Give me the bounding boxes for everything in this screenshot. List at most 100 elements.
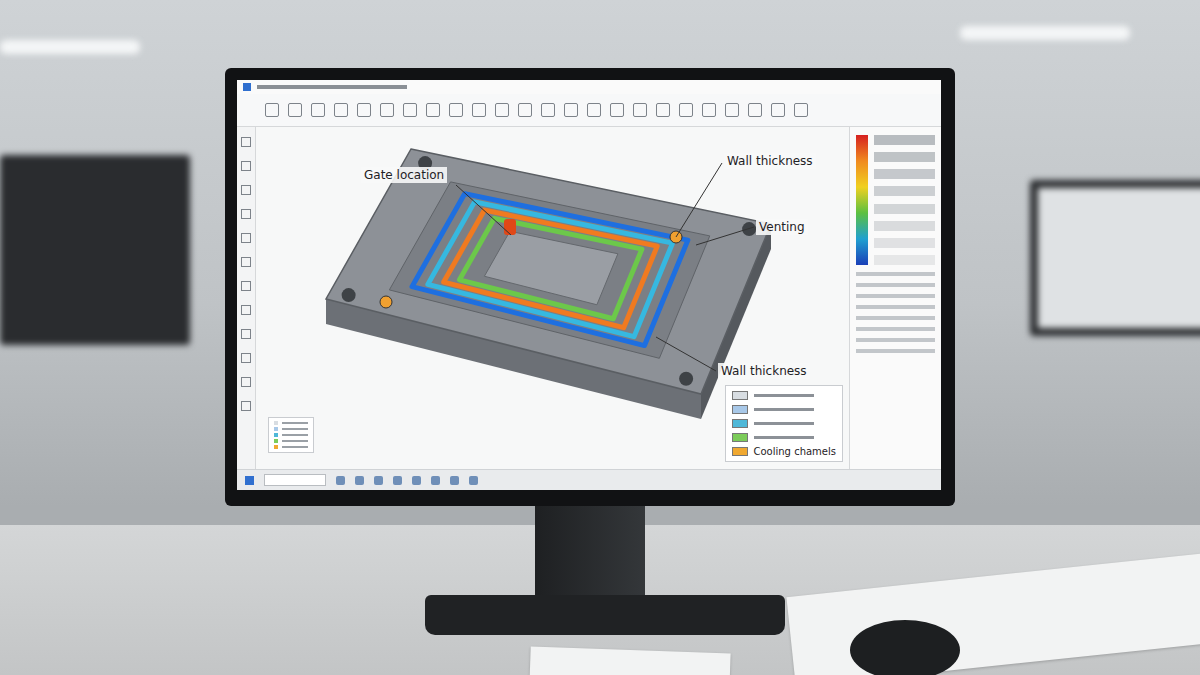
bolt-hole-icon bbox=[742, 222, 756, 236]
property-row[interactable] bbox=[856, 305, 935, 309]
scale-tick bbox=[874, 135, 935, 145]
property-row[interactable] bbox=[856, 338, 935, 342]
tool-icon[interactable] bbox=[541, 103, 555, 117]
mini-legend-row bbox=[274, 445, 308, 449]
task-icon[interactable] bbox=[450, 476, 459, 485]
scale-tick bbox=[874, 169, 935, 179]
text-placeholder bbox=[282, 440, 308, 442]
tool-icon[interactable] bbox=[610, 103, 624, 117]
start-icon[interactable] bbox=[245, 476, 254, 485]
tool-icon[interactable] bbox=[288, 103, 302, 117]
mini-legend-row bbox=[274, 427, 308, 431]
property-row[interactable] bbox=[856, 316, 935, 320]
bolt-hole-icon bbox=[342, 288, 356, 302]
legend: Cooling chamels bbox=[725, 385, 844, 462]
tool-icon[interactable] bbox=[495, 103, 509, 117]
tool-icon[interactable] bbox=[564, 103, 578, 117]
scale-tick bbox=[874, 186, 935, 196]
tool-icon[interactable] bbox=[241, 209, 251, 219]
legend-dot bbox=[274, 421, 278, 425]
mold-cavity bbox=[389, 182, 709, 358]
task-icon[interactable] bbox=[355, 476, 364, 485]
tool-icon[interactable] bbox=[702, 103, 716, 117]
scale-tick bbox=[874, 238, 935, 248]
tool-icon[interactable] bbox=[426, 103, 440, 117]
callout-label: Gate location bbox=[361, 167, 447, 183]
task-icon[interactable] bbox=[393, 476, 402, 485]
workspace: Gate locationWall thicknessVentingWall t… bbox=[237, 127, 941, 469]
callout-line bbox=[696, 227, 754, 245]
tool-icon[interactable] bbox=[748, 103, 762, 117]
cooling-channel bbox=[459, 218, 641, 318]
task-icon[interactable] bbox=[412, 476, 421, 485]
property-row[interactable] bbox=[856, 327, 935, 331]
background-monitor bbox=[1030, 180, 1200, 336]
property-row[interactable] bbox=[856, 272, 935, 276]
tool-icon[interactable] bbox=[241, 401, 251, 411]
scale-tick bbox=[874, 204, 935, 214]
tool-icon[interactable] bbox=[241, 329, 251, 339]
tool-icon[interactable] bbox=[241, 233, 251, 243]
task-icon[interactable] bbox=[374, 476, 383, 485]
property-row[interactable] bbox=[856, 349, 935, 353]
scale-tick bbox=[874, 255, 935, 265]
tool-icon[interactable] bbox=[403, 103, 417, 117]
mini-legend bbox=[268, 417, 314, 453]
property-row[interactable] bbox=[856, 283, 935, 287]
scale-tick bbox=[874, 221, 935, 231]
tool-icon[interactable] bbox=[656, 103, 670, 117]
property-row[interactable] bbox=[856, 294, 935, 298]
properties-panel bbox=[849, 127, 941, 469]
tool-icon[interactable] bbox=[357, 103, 371, 117]
task-icon[interactable] bbox=[431, 476, 440, 485]
cooling-channel bbox=[412, 194, 688, 346]
callout-label: Wall thickness bbox=[724, 153, 816, 169]
tool-icon[interactable] bbox=[241, 161, 251, 171]
tool-icon[interactable] bbox=[241, 305, 251, 315]
legend-dot bbox=[274, 433, 278, 437]
tool-icon[interactable] bbox=[449, 103, 463, 117]
tool-icon[interactable] bbox=[472, 103, 486, 117]
text-placeholder bbox=[754, 422, 814, 425]
tool-icon[interactable] bbox=[587, 103, 601, 117]
toolbar bbox=[237, 94, 941, 127]
tool-icon[interactable] bbox=[241, 137, 251, 147]
legend-dot bbox=[274, 445, 278, 449]
tool-icon[interactable] bbox=[794, 103, 808, 117]
tool-icon[interactable] bbox=[241, 281, 251, 291]
tool-icon[interactable] bbox=[518, 103, 532, 117]
office-photo: Gate locationWall thicknessVentingWall t… bbox=[0, 0, 1200, 675]
legend-swatch bbox=[732, 419, 748, 428]
bolt-hole-icon bbox=[679, 372, 693, 386]
tool-icon[interactable] bbox=[771, 103, 785, 117]
app-icon[interactable] bbox=[243, 83, 251, 91]
tool-icon[interactable] bbox=[241, 185, 251, 195]
model-canvas[interactable]: Gate locationWall thicknessVentingWall t… bbox=[256, 127, 849, 469]
mold-top bbox=[326, 149, 771, 394]
tool-icon[interactable] bbox=[679, 103, 693, 117]
tool-icon[interactable] bbox=[311, 103, 325, 117]
callout-label: Venting bbox=[756, 219, 808, 235]
tool-icon[interactable] bbox=[265, 103, 279, 117]
tool-icon[interactable] bbox=[241, 377, 251, 387]
text-placeholder bbox=[754, 394, 814, 397]
tool-icon[interactable] bbox=[241, 353, 251, 363]
ceiling-light bbox=[0, 40, 140, 54]
tool-icon[interactable] bbox=[633, 103, 647, 117]
color-scale-bar bbox=[856, 135, 868, 265]
text-placeholder bbox=[282, 428, 308, 430]
monitor: Gate locationWall thicknessVentingWall t… bbox=[225, 68, 955, 506]
task-icon[interactable] bbox=[469, 476, 478, 485]
tool-icon[interactable] bbox=[334, 103, 348, 117]
ceiling-light bbox=[960, 26, 1130, 40]
mini-legend-row bbox=[274, 439, 308, 443]
legend-row bbox=[732, 404, 837, 415]
tool-icon[interactable] bbox=[241, 257, 251, 267]
tool-icon[interactable] bbox=[725, 103, 739, 117]
mouse[interactable] bbox=[850, 620, 960, 675]
tool-icon[interactable] bbox=[380, 103, 394, 117]
search-box[interactable] bbox=[264, 474, 326, 486]
scale-ticks bbox=[874, 135, 935, 265]
title-placeholder bbox=[257, 85, 407, 89]
task-icon[interactable] bbox=[336, 476, 345, 485]
